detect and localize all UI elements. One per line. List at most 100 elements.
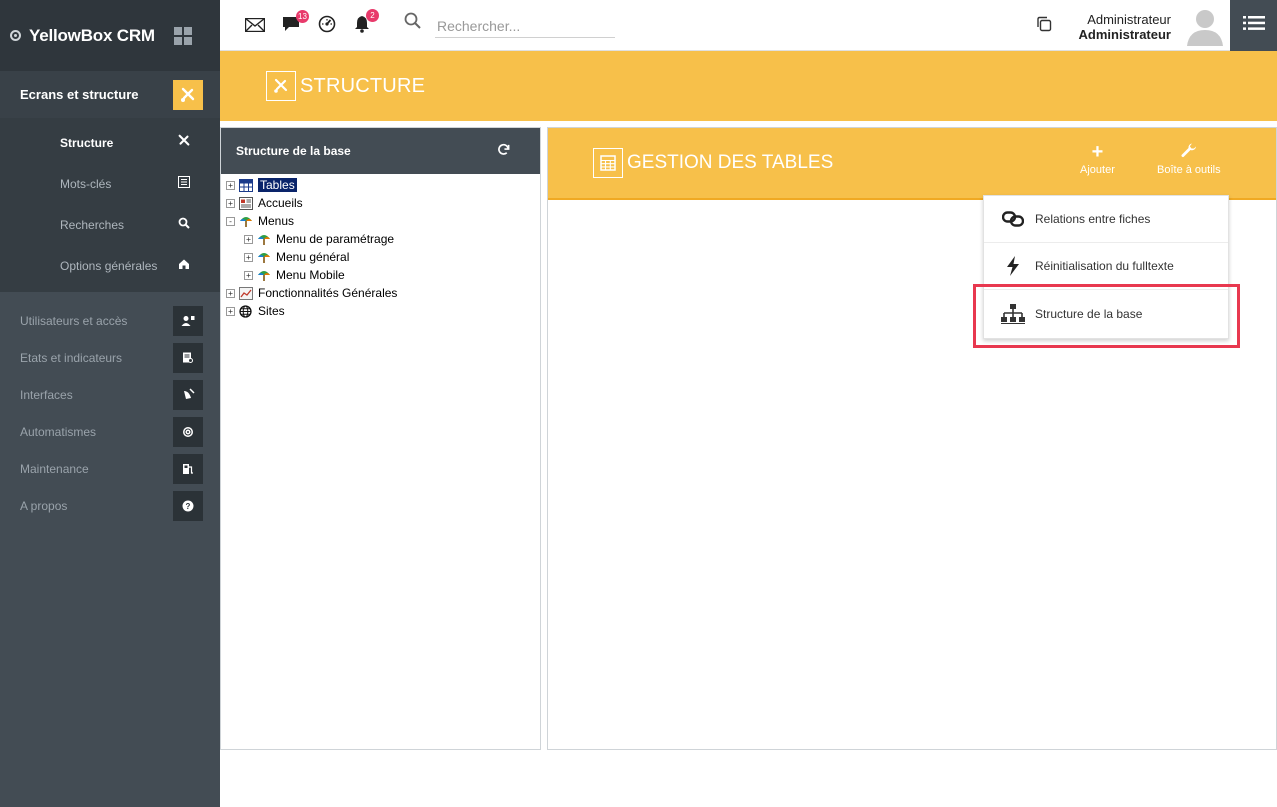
home-page-icon bbox=[239, 196, 253, 210]
sidebar-item-interfaces[interactable]: Interfaces bbox=[0, 376, 220, 413]
user-info[interactable]: Administrateur Administrateur bbox=[1079, 12, 1171, 42]
messages-icon[interactable]: 13 bbox=[282, 10, 309, 37]
main-menu-button[interactable] bbox=[1230, 0, 1277, 51]
table-grid-icon bbox=[239, 178, 253, 192]
refresh-icon[interactable] bbox=[497, 143, 510, 160]
sidebar-item-automatismes[interactable]: Automatismes bbox=[0, 413, 220, 450]
mail-icon[interactable] bbox=[244, 16, 266, 37]
menu-list-icon bbox=[1242, 15, 1265, 36]
page-header: STRUCTURE bbox=[220, 51, 1277, 121]
user-card-icon bbox=[173, 305, 203, 336]
satellite-icon bbox=[173, 379, 203, 410]
sidebar-section-ecrans[interactable]: Ecrans et structure bbox=[0, 71, 220, 118]
brand-bar: YellowBox CRM bbox=[0, 0, 220, 71]
menu-item-label: Relations entre fiches bbox=[1035, 212, 1151, 226]
help-icon: ? bbox=[173, 490, 203, 521]
tree-node-label: Menu général bbox=[276, 250, 350, 264]
expand-toggle[interactable]: + bbox=[244, 234, 253, 244]
tools-icon bbox=[266, 71, 296, 101]
sidebar-item-etats[interactable]: Etats et indicateurs bbox=[0, 339, 220, 376]
tree-node-label: Accueils bbox=[258, 196, 303, 210]
sidebar-item-label: Mots-clés bbox=[60, 176, 112, 191]
sidebar-item-recherches[interactable]: Recherches bbox=[0, 204, 220, 245]
sidebar-item-label: Structure bbox=[60, 135, 114, 150]
globe-icon bbox=[239, 304, 253, 318]
messages-badge: 13 bbox=[296, 10, 309, 23]
tree-node-label: Menu Mobile bbox=[276, 268, 345, 282]
tree-node-tables[interactable]: + Tables bbox=[221, 176, 540, 194]
tree-node-menu-parametrage[interactable]: + Menu de paramétrage bbox=[221, 230, 540, 248]
notifications-badge: 2 bbox=[366, 9, 379, 22]
report-icon bbox=[173, 342, 203, 373]
user-role: Administrateur bbox=[1078, 27, 1171, 42]
tools-icon bbox=[173, 79, 203, 110]
search-icon[interactable] bbox=[404, 12, 422, 30]
tables-panel-title: GESTION DES TABLES bbox=[627, 152, 834, 173]
sidebar-item-structure[interactable]: Structure bbox=[0, 122, 220, 163]
tree-node-fonctionnalites[interactable]: + Fonctionnalités Générales bbox=[221, 284, 540, 302]
sidebar-item-maintenance[interactable]: Maintenance bbox=[0, 450, 220, 487]
tree-node-menu-general[interactable]: + Menu général bbox=[221, 248, 540, 266]
umbrella-menu-icon bbox=[257, 251, 271, 264]
tree-node-label: Tables bbox=[258, 178, 297, 192]
collapse-toggle[interactable]: - bbox=[226, 216, 235, 226]
search-input[interactable] bbox=[435, 14, 615, 38]
tools-icon bbox=[176, 134, 192, 151]
expand-toggle[interactable]: + bbox=[226, 306, 235, 316]
expand-toggle[interactable]: + bbox=[244, 270, 253, 280]
wrench-icon bbox=[1157, 142, 1221, 164]
sidebar-item-label: Automatismes bbox=[20, 424, 97, 439]
tree-node-label: Menus bbox=[258, 214, 295, 228]
umbrella-menu-icon bbox=[257, 269, 271, 282]
page-title: STRUCTURE bbox=[300, 74, 426, 97]
umbrella-menu-icon bbox=[257, 233, 271, 246]
tree-panel-title: Structure de la base bbox=[236, 144, 351, 158]
plus-icon: + bbox=[1091, 141, 1104, 163]
link-icon bbox=[1001, 208, 1025, 230]
notifications-bell-icon[interactable]: 2 bbox=[354, 9, 379, 38]
add-button[interactable]: + Ajouter bbox=[1080, 142, 1115, 176]
expand-toggle[interactable]: + bbox=[226, 180, 235, 190]
copy-windows-icon[interactable] bbox=[1036, 16, 1052, 32]
home-icon bbox=[176, 258, 192, 273]
list-icon bbox=[176, 176, 192, 191]
tree-node-menus[interactable]: - Menus bbox=[221, 212, 540, 230]
expand-toggle[interactable]: + bbox=[244, 252, 253, 262]
apps-grid-icon[interactable] bbox=[174, 26, 192, 45]
tree-node-accueils[interactable]: + Accueils bbox=[221, 194, 540, 212]
add-button-label: Ajouter bbox=[1080, 164, 1115, 176]
user-name: Administrateur bbox=[1087, 12, 1171, 27]
sidebar-section-label: Ecrans et structure bbox=[20, 87, 139, 102]
sidebar-item-utilisateurs[interactable]: Utilisateurs et accès bbox=[0, 302, 220, 339]
tables-panel-header: GESTION DES TABLES + Ajouter Boîte à out… bbox=[548, 128, 1276, 200]
expand-toggle[interactable]: + bbox=[226, 288, 235, 298]
brand-dot-icon bbox=[10, 30, 21, 41]
tree-node-label: Menu de paramétrage bbox=[276, 232, 395, 246]
expand-toggle[interactable]: + bbox=[226, 198, 235, 208]
dashboard-gauge-icon[interactable] bbox=[318, 15, 336, 38]
sidebar-item-label: Maintenance bbox=[20, 461, 89, 476]
tree-node-sites[interactable]: + Sites bbox=[221, 302, 540, 320]
avatar[interactable] bbox=[1184, 4, 1226, 46]
sidebar-item-mots-cles[interactable]: Mots-clés bbox=[0, 163, 220, 204]
tree-panel: Structure de la base + Tables + Accueils… bbox=[220, 127, 541, 750]
menu-item-label: Réinitialisation du fulltexte bbox=[1035, 259, 1174, 273]
tree-node-menu-mobile[interactable]: + Menu Mobile bbox=[221, 266, 540, 284]
menu-item-reinit-fulltexte[interactable]: Réinitialisation du fulltexte bbox=[984, 243, 1228, 290]
menu-item-structure-base[interactable]: Structure de la base bbox=[984, 290, 1228, 337]
fuel-icon bbox=[173, 453, 203, 484]
sidebar: YellowBox CRM Ecrans et structure Struct… bbox=[0, 0, 220, 807]
toolbox-button[interactable]: Boîte à outils bbox=[1157, 142, 1221, 176]
sidebar-item-label: Utilisateurs et accès bbox=[20, 313, 128, 328]
menu-item-relations[interactable]: Relations entre fiches bbox=[984, 196, 1228, 243]
sidebar-item-a-propos[interactable]: A propos ? bbox=[0, 487, 220, 524]
sidebar-item-options-generales[interactable]: Options générales bbox=[0, 245, 220, 286]
settings-chart-icon bbox=[239, 286, 253, 300]
top-bar: 13 2 Administrateur Administrateur bbox=[220, 0, 1277, 51]
sidebar-main-nav: Utilisateurs et accès Etats et indicateu… bbox=[0, 292, 220, 524]
sitemap-icon bbox=[1001, 303, 1025, 325]
target-icon bbox=[173, 416, 203, 447]
brand-name[interactable]: YellowBox CRM bbox=[29, 26, 155, 46]
tree-panel-header: Structure de la base bbox=[221, 128, 540, 174]
tree-node-label: Sites bbox=[258, 304, 285, 318]
